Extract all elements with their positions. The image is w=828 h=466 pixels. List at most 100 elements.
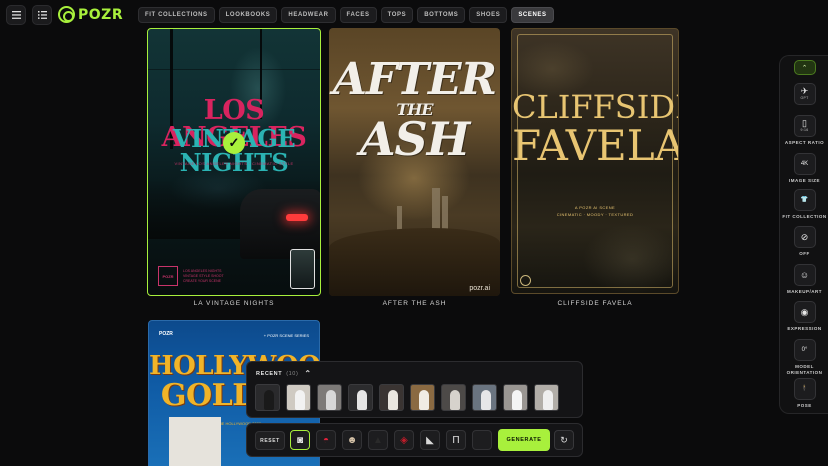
off-icon: ⊘ xyxy=(800,231,809,242)
model-orientation-label: MODEL ORIENTATION xyxy=(786,364,823,375)
poster-title-line1: CLIFFSIDE xyxy=(512,88,678,126)
poster-badge: POZR xyxy=(158,266,178,286)
glasses-slot[interactable]: ◙ xyxy=(290,430,310,450)
chevron-up-icon: ⌃ xyxy=(801,64,808,72)
tab-tops[interactable]: TOPS xyxy=(380,7,414,23)
generation-bar: RESET ◙ ◓ ☻ ▲ ◈ ◣ Π GENERATE ↻ xyxy=(246,423,583,457)
makeup-art-button[interactable]: ☺ xyxy=(793,264,816,286)
model-figure xyxy=(419,390,429,410)
recent-thumb[interactable] xyxy=(441,384,466,411)
recent-thumb[interactable] xyxy=(503,384,528,411)
shoes-slot[interactable]: ◣ xyxy=(420,430,440,450)
pants-slot[interactable]: Π xyxy=(446,430,466,450)
model-figure xyxy=(450,390,460,410)
cap-slot[interactable]: ◓ xyxy=(316,430,336,450)
aspect-ratio-button[interactable]: ▯ 9:16 xyxy=(793,115,816,137)
recent-thumb[interactable] xyxy=(410,384,435,411)
poster-title-line3: ASH xyxy=(359,112,470,166)
pose-button[interactable]: 🕴 xyxy=(793,378,816,400)
list-view-button[interactable] xyxy=(32,5,52,25)
tab-shoes[interactable]: SHOES xyxy=(469,7,508,23)
setting-opt: ✈ OPT xyxy=(780,83,828,105)
glasses-icon: ◙ xyxy=(296,434,304,446)
menu-button[interactable] xyxy=(6,5,26,25)
pozr-logo[interactable]: POZR xyxy=(58,6,123,23)
collapse-panel-button[interactable]: ⌃ xyxy=(793,60,816,75)
fit-collection-label: FIT COLLECTION xyxy=(782,214,827,219)
recent-thumb[interactable] xyxy=(534,384,559,411)
poster-subtitle: VINTAGE LOS ANGELES NIGHTS · CINEMATIC S… xyxy=(174,161,294,166)
generate-button[interactable]: GENERATE xyxy=(498,429,550,451)
setting-fit-collection: 👕 FIT COLLECTION xyxy=(780,189,828,220)
off-button[interactable]: ⊘ xyxy=(793,226,816,248)
setting-pose: 🕴 POSE xyxy=(780,378,828,409)
scene-card-la-vintage-nights[interactable]: LOS ANGELES VINTAGE NIGHTS VINTAGE LOS A… xyxy=(147,28,321,296)
image-size-label: IMAGE SIZE xyxy=(788,178,820,183)
refresh-icon: ↻ xyxy=(560,434,568,445)
model-figure xyxy=(543,390,553,410)
power-line xyxy=(148,69,320,70)
model-figure xyxy=(295,390,305,410)
model-figure xyxy=(326,390,336,410)
badge-text: POZR xyxy=(162,273,174,279)
pants-icon: Π xyxy=(452,434,460,446)
top-bar: POZR FIT COLLECTIONS LOOKBOOKS HEADWEAR FAC… xyxy=(0,0,828,30)
scene-caption: CLIFFSIDE FAVELA xyxy=(557,300,633,307)
recent-thumb[interactable] xyxy=(286,384,311,411)
poster-top-text: A POZR AI SCENE xyxy=(574,205,616,210)
tab-scenes[interactable]: SCENES xyxy=(511,7,554,23)
face-slot[interactable]: ☻ xyxy=(342,430,362,450)
chevron-up-icon: ⌃ xyxy=(304,369,312,378)
scene-caption: AFTER THE ASH xyxy=(382,300,447,307)
model-figure xyxy=(388,390,398,410)
recent-thumb[interactable] xyxy=(317,384,342,411)
selected-check-icon: ✓ xyxy=(223,132,245,154)
model-orientation-icon: 0° xyxy=(801,347,808,353)
building-silhouette xyxy=(169,417,221,466)
recent-thumb[interactable] xyxy=(255,384,280,411)
empty-slot[interactable] xyxy=(472,430,492,450)
opt-button[interactable]: ✈ OPT xyxy=(793,83,816,105)
recent-thumb[interactable] xyxy=(379,384,404,411)
logo-text: POZR xyxy=(78,6,124,23)
recent-header[interactable]: RECENT (10) ⌃ xyxy=(256,369,312,378)
car-tail-light xyxy=(286,214,308,221)
makeup-art-label: MAKEUP/ART xyxy=(787,289,822,294)
opt-icon: ✈ xyxy=(800,86,809,97)
tab-headwear[interactable]: HEADWEAR xyxy=(281,7,336,23)
expression-button[interactable]: ◉ xyxy=(793,301,816,323)
opt-value: OPT xyxy=(800,96,809,101)
setting-off: ⊘ OFF xyxy=(780,226,828,257)
tab-faces[interactable]: FACES xyxy=(339,7,377,23)
scene-card-cliffside-favela[interactable]: CLIFFSIDE FAVELAS A POZR AI SCENE CINEMA… xyxy=(511,28,679,294)
pose-label: POSE xyxy=(797,403,812,408)
fit-collection-button[interactable]: 👕 xyxy=(793,189,816,211)
model-preview-thumb[interactable] xyxy=(290,249,315,289)
top-slot[interactable]: ▲ xyxy=(368,430,388,450)
cap-icon: ◓ xyxy=(322,434,330,446)
aspect-ratio-value: 9:16 xyxy=(800,128,809,133)
tab-lookbooks[interactable]: LOOKBOOKS xyxy=(218,7,278,23)
tab-fit-collections[interactable]: FIT COLLECTIONS xyxy=(138,7,215,23)
list-icon xyxy=(37,11,47,19)
face-icon: ☻ xyxy=(346,434,358,446)
setting-model-orientation: 0° MODEL ORIENTATION xyxy=(780,339,828,376)
setting-aspect-ratio: ▯ 9:16 ASPECT RATIO xyxy=(780,115,828,146)
globe-icon xyxy=(520,275,531,286)
refresh-button[interactable]: ↻ xyxy=(554,430,574,450)
recent-thumb[interactable] xyxy=(348,384,373,411)
expression-icon: ◉ xyxy=(800,306,809,317)
scene-card-after-the-ash[interactable]: AFTER THE ASH pozr.ai xyxy=(329,28,500,296)
hamburger-icon xyxy=(11,11,21,19)
image-size-button[interactable]: 4K xyxy=(793,153,816,175)
reset-button[interactable]: RESET xyxy=(255,431,285,450)
jacket-slot[interactable]: ◈ xyxy=(394,430,414,450)
fit-collection-icon: 👕 xyxy=(800,197,809,203)
recent-count: (10) xyxy=(286,370,299,377)
model-figure xyxy=(481,390,491,410)
model-orientation-button[interactable]: 0° xyxy=(793,339,816,361)
tab-bottoms[interactable]: BOTTOMS xyxy=(417,7,466,23)
category-tabs: FIT COLLECTIONS LOOKBOOKS HEADWEAR FACES TOP… xyxy=(138,7,554,23)
recent-thumb[interactable] xyxy=(472,384,497,411)
setting-expression: ◉ EXPRESSION xyxy=(780,301,828,332)
